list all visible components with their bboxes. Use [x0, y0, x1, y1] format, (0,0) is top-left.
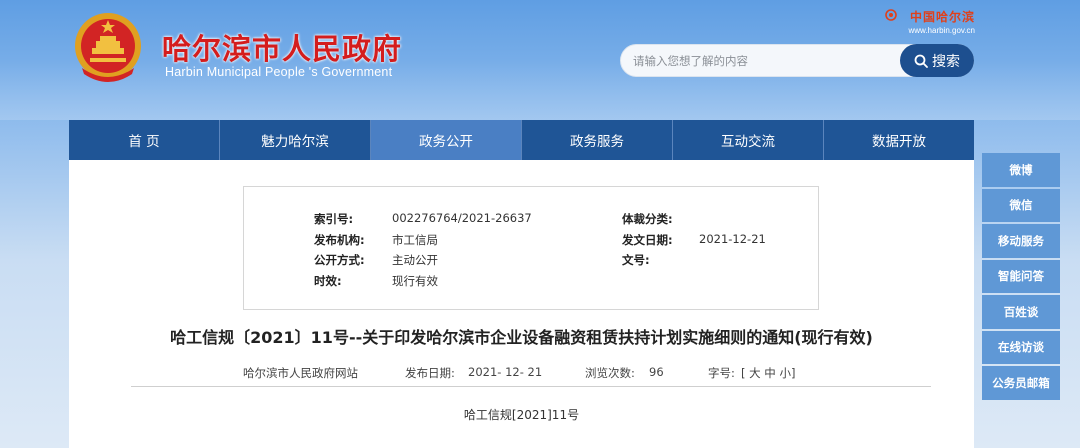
side-item-citizen-talk[interactable]: 百姓谈: [982, 295, 1060, 329]
nav-item-interaction[interactable]: 互动交流: [673, 120, 824, 160]
divider: [131, 386, 931, 387]
meta-mode-label: 公开方式:: [314, 253, 365, 267]
font-size-label: 字号:: [708, 366, 735, 380]
meta-publisher-label: 发布机构:: [314, 233, 365, 247]
content-panel: 索引号: 002276764/2021-26637 体裁分类: 发布机构: 市工…: [69, 160, 974, 448]
meta-validity-value: 现行有效: [392, 274, 438, 288]
main-nav: 首 页 魅力哈尔滨 政务公开 政务服务 互动交流 数据开放: [69, 120, 974, 160]
publish-date-value: 2021- 12- 21: [468, 365, 543, 379]
search-icon: [914, 54, 928, 68]
nav-item-charm-harbin[interactable]: 魅力哈尔滨: [220, 120, 371, 160]
side-item-smart-qa[interactable]: 智能问答: [982, 259, 1060, 293]
font-size-options[interactable]: [ 大 中 小]: [741, 365, 795, 381]
search-button-label: 搜索: [932, 53, 960, 70]
document-number: 哈工信规[2021]11号: [463, 408, 580, 422]
document-meta-box: 索引号: 002276764/2021-26637 体裁分类: 发布机构: 市工…: [243, 186, 819, 310]
nav-item-open-data[interactable]: 数据开放: [824, 120, 974, 160]
nav-item-government-services[interactable]: 政务服务: [522, 120, 673, 160]
logo-url: www.harbin.gov.cn: [908, 26, 975, 35]
side-item-weibo[interactable]: 微博: [982, 153, 1060, 187]
publish-date-label: 发布日期:: [405, 366, 455, 380]
nav-item-government-affairs-open[interactable]: 政务公开: [371, 120, 522, 160]
china-harbin-logo[interactable]: 中国哈尔滨 www.harbin.gov.cn: [885, 8, 975, 38]
search-button[interactable]: 搜索: [900, 44, 974, 77]
search-input[interactable]: [633, 52, 893, 70]
views-label: 浏览次数:: [585, 366, 635, 380]
meta-index-label: 索引号:: [314, 212, 354, 226]
harbin-logo-icon: [885, 9, 897, 21]
side-item-online-interview[interactable]: 在线访谈: [982, 330, 1060, 364]
national-emblem-icon: [75, 13, 141, 82]
meta-validity-label: 时效:: [314, 274, 342, 288]
site-subtitle: Harbin Municipal People 's Government: [165, 65, 393, 79]
side-item-civil-servant-mail[interactable]: 公务员邮箱: [982, 366, 1060, 400]
article-title: 哈工信规〔2021〕11号--关于印发哈尔滨市企业设备融资租赁扶持计划实施细则的…: [170, 328, 873, 347]
search-box: 搜索: [620, 44, 974, 77]
nav-item-home[interactable]: 首 页: [69, 120, 220, 160]
site-title[interactable]: 哈尔滨市人民政府: [162, 26, 402, 68]
meta-mode-value: 主动公开: [392, 253, 438, 267]
meta-index-value: 002276764/2021-26637: [392, 211, 532, 225]
article-source: 哈尔滨市人民政府网站: [243, 366, 358, 380]
side-bar: 微博 微信 移动服务 智能问答 百姓谈 在线访谈 公务员邮箱: [982, 153, 1060, 400]
meta-publisher-value: 市工信局: [392, 233, 438, 247]
meta-date-value: 2021-12-21: [699, 232, 766, 246]
side-item-mobile-service[interactable]: 移动服务: [982, 224, 1060, 258]
views-value: 96: [649, 365, 664, 379]
meta-docno-label: 文号:: [622, 253, 650, 267]
logo-text: 中国哈尔滨: [909, 10, 975, 24]
side-item-wechat[interactable]: 微信: [982, 188, 1060, 222]
meta-date-label: 发文日期:: [622, 233, 673, 247]
meta-genre-label: 体裁分类:: [622, 212, 673, 226]
